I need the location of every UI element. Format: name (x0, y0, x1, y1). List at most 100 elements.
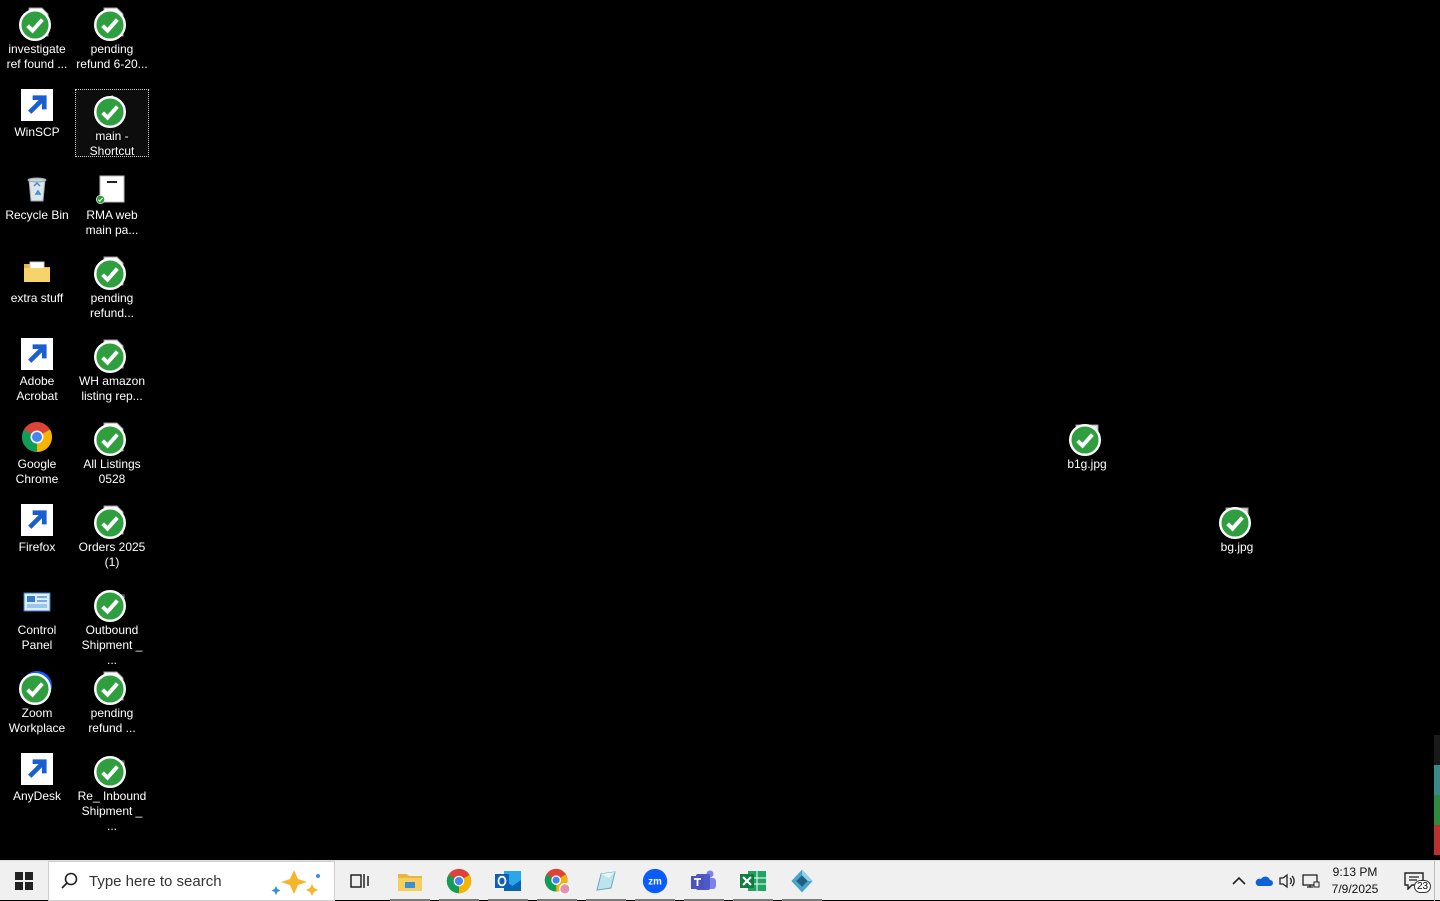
desktop[interactable]: investigate ref found ... WinSCP Recycle… (0, 0, 1440, 860)
sync-check-icon (19, 9, 51, 41)
zoom-icon: zm (642, 868, 668, 894)
edge-strip-red (1434, 825, 1440, 855)
notification-count-badge: 23 (1414, 880, 1432, 893)
taskbar-chrome[interactable] (435, 861, 483, 901)
sync-check-icon (94, 424, 126, 456)
desktop-icon-label: Adobe Acrobat (16, 374, 58, 403)
taskbar-zoom[interactable]: zm (631, 861, 679, 901)
desktop-icon-zoom-workplace[interactable]: zm Zoom Workplace (0, 666, 74, 738)
recycle-bin-icon (21, 172, 53, 204)
zoom-icon: zm (19, 670, 53, 705)
desktop-icon-label: Outbound Shipment _ ... (81, 623, 143, 667)
start-button[interactable] (0, 861, 48, 901)
desktop-icon-label: Firefox (18, 540, 56, 554)
desktop-icon-pending-refund-2[interactable]: pending refund ... (75, 666, 149, 738)
shortcut-arrow-icon (21, 338, 53, 370)
control-panel-icon (21, 587, 53, 619)
taskbar-clock[interactable]: 9:13 PM 7/9/2025 (1316, 861, 1394, 901)
excel-file-icon (94, 504, 128, 539)
desktop-icon-orders-2025[interactable]: Orders 2025 (1) (75, 500, 149, 572)
desktop-icon-label: AnyDesk (12, 789, 62, 803)
excel-file-icon (94, 255, 128, 290)
taskbar-excel[interactable] (729, 861, 777, 901)
edge-strip-green (1434, 795, 1440, 825)
folder-icon (21, 255, 53, 287)
desktop-icon-re-inbound-shipment[interactable]: Re_ Inbound Shipment _ ... (75, 749, 149, 833)
desktop-icon-google-chrome[interactable]: Google Chrome (0, 417, 74, 489)
firefox-icon (21, 504, 53, 536)
chrome-icon (446, 868, 472, 894)
desktop-icon-outbound-shipment[interactable]: Outbound Shipment _ ... (75, 583, 149, 667)
desktop-icon-bg-jpg[interactable]: bg.jpg (1200, 500, 1274, 572)
taskbar-app-shortcut[interactable] (778, 861, 826, 901)
clock-time: 9:13 PM (1332, 865, 1378, 879)
web-page-icon (96, 172, 128, 204)
sync-check-icon (94, 756, 126, 788)
search-input[interactable] (87, 871, 261, 891)
task-view-icon (350, 874, 369, 888)
show-desktop-button[interactable] (1434, 861, 1440, 901)
sync-check-icon (94, 507, 126, 539)
desktop-icon-label: WH amazon listing rep... (78, 374, 146, 403)
tray-volume[interactable] (1276, 861, 1298, 901)
desktop-icon-label: investigate ref found ... (6, 42, 68, 71)
taskbar-pen-app[interactable] (582, 861, 630, 901)
desktop-icon-label: All Listings 0528 (83, 457, 141, 486)
desktop-icon-pending-refund-620[interactable]: pending refund 6-20... (75, 2, 149, 74)
taskbar-chrome-profile[interactable] (533, 861, 581, 901)
excel-file-icon (94, 338, 128, 373)
tray-show-hidden[interactable] (1228, 861, 1250, 901)
action-center-button[interactable]: 23 (1394, 861, 1434, 901)
desktop-icon-label: RMA web main pa... (85, 208, 139, 237)
anydesk-icon (21, 753, 53, 785)
adobe-acrobat-icon (21, 338, 53, 370)
desktop-icon-investigate-ref[interactable]: investigate ref found ... (0, 2, 74, 74)
sync-check-icon (94, 590, 126, 622)
sync-check-icon (94, 96, 126, 128)
desktop-icon-wh-amazon[interactable]: WH amazon listing rep... (75, 334, 149, 406)
shortcut-arrow-icon (21, 753, 53, 785)
taskbar-outlook[interactable] (484, 861, 532, 901)
mail-message-icon (94, 753, 128, 788)
desktop-icon-pending-refund[interactable]: pending refund... (75, 251, 149, 323)
tray-onedrive[interactable] (1252, 861, 1274, 901)
taskbar-search-box[interactable] (48, 861, 335, 901)
winscp-icon (21, 89, 53, 121)
desktop-icon-recycle-bin[interactable]: Recycle Bin (0, 168, 74, 240)
taskbar-teams[interactable] (680, 861, 728, 901)
sync-check-icon (96, 195, 105, 204)
mail-message-icon (94, 587, 128, 622)
sync-check-icon (94, 673, 126, 705)
desktop-icon-main-shortcut[interactable]: main - Shortcut (75, 89, 149, 158)
desktop-icon-label: Orders 2025 (1) (78, 540, 146, 569)
desktop-icon-all-listings[interactable]: All Listings 0528 (75, 417, 149, 489)
outlook-icon (495, 871, 521, 891)
sync-check-icon (94, 341, 126, 373)
taskbar-task-view[interactable] (336, 861, 384, 901)
desktop-icon-control-panel[interactable]: Control Panel (0, 583, 74, 655)
desktop-icon-rma-web[interactable]: RMA web main pa... (75, 168, 149, 240)
taskbar-file-explorer[interactable] (386, 861, 434, 901)
excel-file-icon (94, 6, 128, 41)
sync-check-icon (94, 258, 126, 290)
desktop-icon-anydesk[interactable]: AnyDesk (0, 749, 74, 821)
chevron-up-icon (1232, 876, 1246, 885)
app-pen-icon (596, 871, 616, 891)
desktop-icon-label: Google Chrome (15, 457, 59, 486)
app-shortcut-icon (791, 869, 813, 893)
desktop-icon-extra-stuff[interactable]: extra stuff (0, 251, 74, 323)
desktop-icon-adobe-acrobat[interactable]: Adobe Acrobat (0, 334, 74, 406)
desktop-icon-label: pending refund ... (88, 706, 136, 735)
svg-text:zm: zm (648, 876, 662, 887)
taskbar: zm 9:13 PM 7/9/2025 23 (0, 860, 1440, 901)
desktop-icon-label: Re_ Inbound Shipment _ ... (77, 789, 147, 833)
search-icon (61, 872, 78, 889)
desktop-icon-b1g-jpg[interactable]: b1g.jpg (1050, 417, 1124, 489)
desktop-icon-label: Zoom Workplace (8, 706, 66, 735)
file-explorer-icon (398, 874, 422, 891)
sync-check-icon (19, 673, 51, 705)
desktop-icon-label: pending refund... (89, 291, 135, 320)
desktop-icon-firefox[interactable]: Firefox (0, 500, 74, 572)
image-file-icon (1219, 504, 1253, 539)
desktop-icon-winscp[interactable]: WinSCP (0, 85, 74, 157)
